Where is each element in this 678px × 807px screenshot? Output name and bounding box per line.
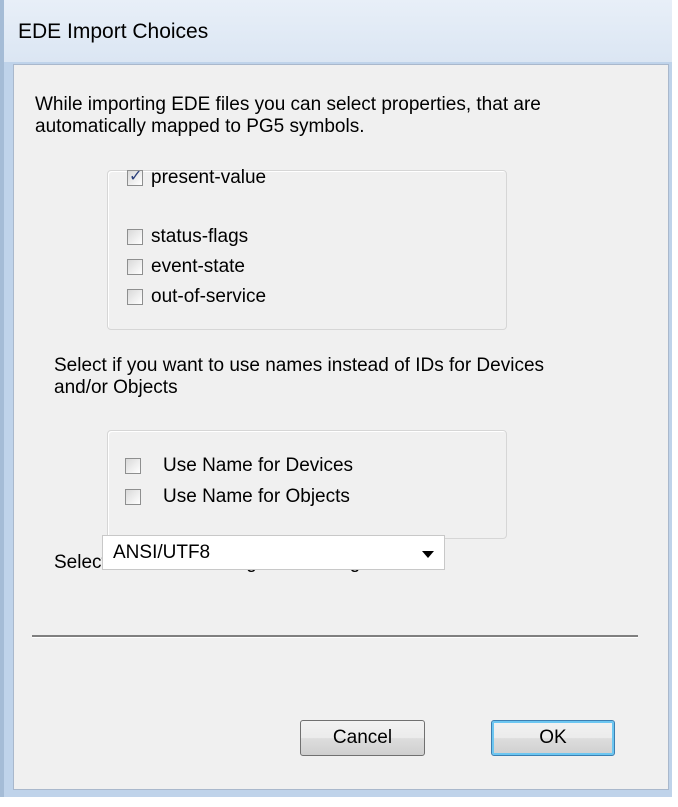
checkbox[interactable]: ✓ — [127, 168, 143, 186]
encoding-selected-value: ANSI/UTF8 — [113, 542, 211, 563]
intro-text-line-1: While importing EDE files you can select… — [35, 94, 541, 115]
checkbox[interactable] — [127, 259, 143, 275]
ok-button[interactable]: OK — [491, 720, 615, 756]
checkmark-icon: ✓ — [129, 168, 143, 185]
checkbox-label: out-of-service — [151, 286, 267, 307]
checkbox-label: present-value — [151, 167, 267, 188]
title-bar[interactable]: EDE Import Choices — [4, 0, 672, 62]
cancel-button[interactable]: Cancel — [300, 720, 425, 756]
checkbox-use-name-objects[interactable]: Use Name for Objects — [125, 485, 350, 509]
checkbox-label: Use Name for Devices — [163, 455, 354, 476]
dialog-title: EDE Import Choices — [18, 20, 209, 43]
chevron-down-icon[interactable] — [422, 551, 434, 558]
names-text-line-1: Select if you want to use names instead … — [54, 355, 545, 376]
checkbox[interactable] — [125, 489, 141, 505]
names-text-line-2: and/or Objects — [54, 377, 178, 398]
checkbox-use-name-devices[interactable]: Use Name for Devices — [125, 454, 353, 478]
checkbox-out-of-service[interactable]: out-of-service — [127, 285, 266, 309]
checkbox[interactable] — [127, 229, 143, 245]
divider — [32, 635, 638, 638]
checkbox-present-value[interactable]: ✓ present-value — [127, 166, 266, 190]
checkbox-label: event-state — [151, 256, 245, 277]
checkbox-label: Use Name for Objects — [163, 486, 350, 507]
checkbox-label: status-flags — [151, 226, 249, 247]
intro-text-line-2: automatically mapped to PG5 symbols. — [35, 116, 365, 137]
dialog-window: EDE Import Choices While importing EDE f… — [0, 0, 672, 797]
checkbox-status-flags[interactable]: status-flags — [127, 225, 248, 249]
dialog-body: While importing EDE files you can select… — [13, 64, 669, 790]
checkbox-event-state[interactable]: event-state — [127, 255, 245, 279]
checkbox[interactable] — [127, 289, 143, 305]
encoding-select[interactable]: ANSI/UTF8 — [102, 535, 445, 570]
checkbox[interactable] — [125, 458, 141, 474]
